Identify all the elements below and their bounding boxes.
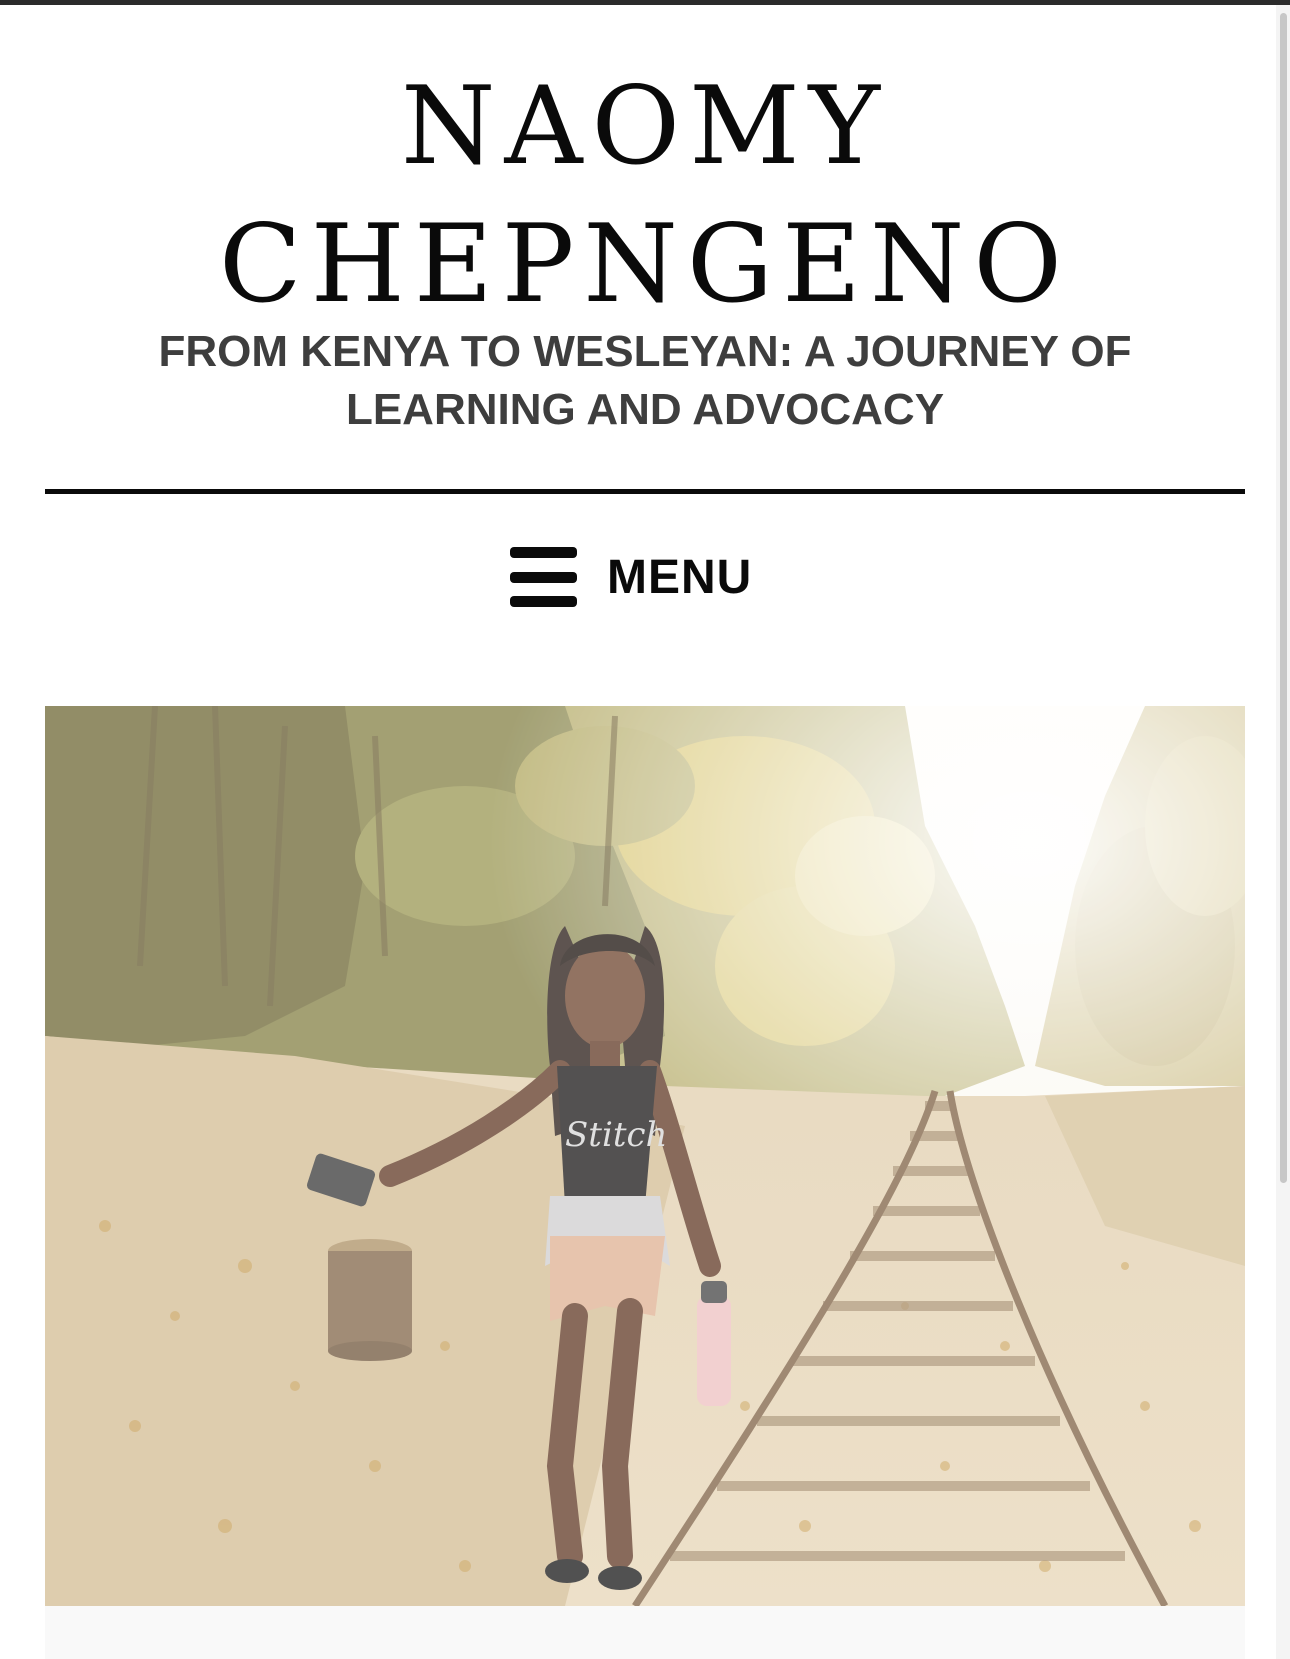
browser-top-bar <box>0 0 1290 5</box>
menu-label: MENU <box>607 550 753 604</box>
hamburger-menu-icon <box>510 547 577 607</box>
site-title-line1: NAOMY <box>401 64 889 189</box>
header-divider <box>45 489 1245 494</box>
site-title-line2: CHEPNGENO <box>219 202 1071 327</box>
hero-image: Stitch <box>45 706 1245 1606</box>
menu-toggle-button[interactable]: MENU <box>510 540 752 614</box>
site-title[interactable]: NAOMY CHEPNGENO <box>0 58 1290 334</box>
site-tagline: FROM KENYA TO WESLEYAN: A JOURNEY OF LEA… <box>158 327 1132 434</box>
post-card-area <box>45 1606 1245 1659</box>
